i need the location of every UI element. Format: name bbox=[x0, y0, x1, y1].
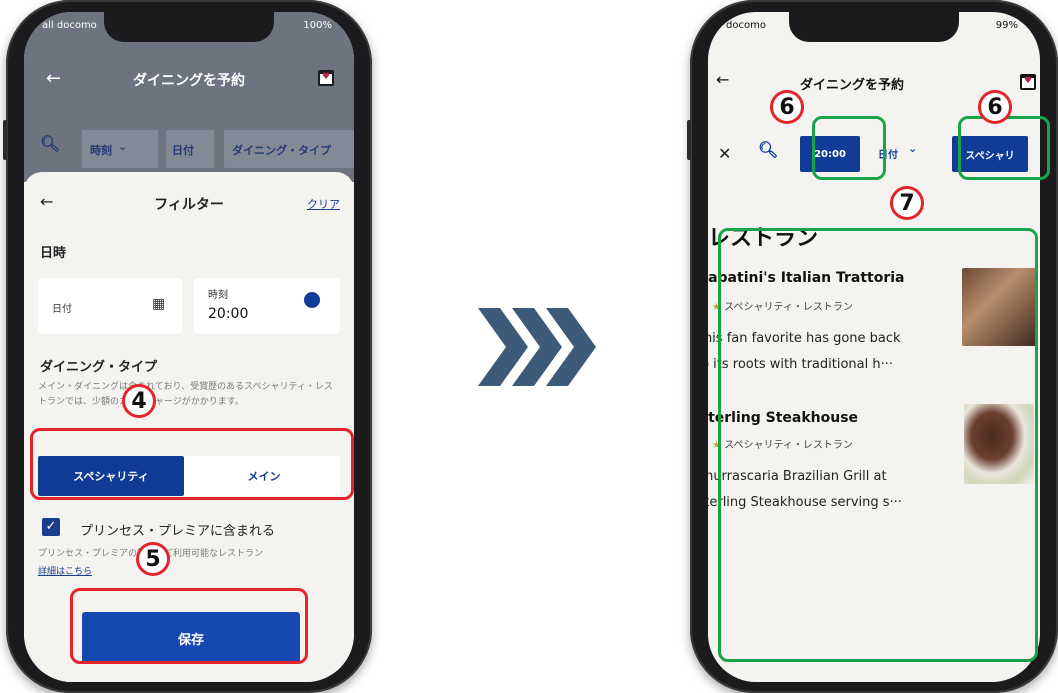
datetime-heading: 日時 bbox=[40, 246, 67, 261]
time-field[interactable]: 時刻 20:00 bbox=[194, 278, 340, 334]
premier-checkbox[interactable]: ✓ bbox=[42, 518, 60, 536]
chip-time[interactable]: 時刻 ⌄ bbox=[82, 130, 158, 168]
highlight-type-chip bbox=[958, 116, 1050, 180]
highlight-dining-type bbox=[30, 428, 354, 500]
sheet-header: ← フィルター クリア bbox=[24, 190, 354, 220]
search-icon[interactable]: 🔍︎ bbox=[40, 134, 60, 153]
chip-date[interactable]: 日付 bbox=[166, 130, 214, 168]
filter-screen: all docomo 100% ← ダイニングを予約 🔍︎ 時刻 ⌄ 日付 ダイ… bbox=[24, 12, 354, 682]
carrier-label: all docomo bbox=[42, 20, 97, 31]
highlight-save bbox=[70, 588, 308, 664]
step-marker-4: 4 bbox=[122, 384, 156, 418]
battery-label: 100% bbox=[303, 20, 332, 31]
dining-type-heading: ダイニング・タイプ bbox=[40, 360, 158, 375]
chip-date-label: 日付 bbox=[172, 144, 194, 157]
chevron-down-icon: ⌄ bbox=[908, 142, 918, 155]
step-marker-7: 7 bbox=[890, 186, 924, 220]
filter-title: フィルター bbox=[154, 197, 224, 213]
clock-icon bbox=[304, 292, 320, 308]
calendar-heart-icon[interactable] bbox=[318, 70, 334, 86]
date-field[interactable]: 日付 ▦ bbox=[38, 278, 182, 334]
back-arrow-icon[interactable]: ← bbox=[716, 70, 729, 89]
chip-dining-type[interactable]: ダイニング・タイプ bbox=[224, 130, 354, 168]
carrier-label: docomo bbox=[726, 20, 766, 31]
highlight-time-chip bbox=[812, 116, 886, 180]
battery-label: 99% bbox=[995, 20, 1018, 31]
volume-button bbox=[3, 120, 7, 160]
page-title: ダイニングを予約 bbox=[800, 78, 905, 93]
dining-type-description: メイン・ダイニングは含まれており、受賞歴のあるスペシャリティ・レストランでは、少… bbox=[38, 382, 333, 407]
calendar-heart-icon[interactable] bbox=[1020, 74, 1036, 90]
chip-time-label: 時刻 bbox=[90, 144, 112, 157]
step-marker-5: 5 bbox=[136, 542, 170, 576]
details-link[interactable]: 詳細はこちら bbox=[38, 564, 92, 577]
premier-checkbox-label: プリンセス・プレミアに含まれる bbox=[80, 524, 276, 539]
calendar-icon: ▦ bbox=[152, 296, 166, 312]
highlight-results-list bbox=[718, 228, 1038, 662]
next-step-arrow-icon bbox=[478, 308, 596, 386]
status-bar: docomo 99% bbox=[708, 20, 1040, 36]
clear-link[interactable]: クリア bbox=[307, 196, 340, 212]
volume-button bbox=[687, 120, 691, 160]
time-value: 20:00 bbox=[208, 306, 249, 322]
chevron-down-icon: ⌄ bbox=[118, 140, 128, 153]
search-icon[interactable]: 🔍︎ bbox=[758, 140, 778, 159]
page-title: ダイニングを予約 bbox=[133, 73, 245, 89]
step-marker-6b: 6 bbox=[978, 90, 1012, 124]
app-bar: ← ダイニングを予約 bbox=[24, 60, 354, 100]
date-label: 日付 bbox=[52, 304, 72, 315]
time-label: 時刻 bbox=[208, 290, 228, 301]
step-marker-6a: 6 bbox=[770, 90, 804, 124]
chip-dining-type-label: ダイニング・タイプ bbox=[232, 144, 331, 157]
close-icon[interactable]: ✕ bbox=[718, 144, 731, 163]
status-bar: all docomo 100% bbox=[24, 20, 354, 36]
filter-chip-bar: 🔍︎ 時刻 ⌄ 日付 ダイニング・タイプ bbox=[24, 130, 354, 170]
